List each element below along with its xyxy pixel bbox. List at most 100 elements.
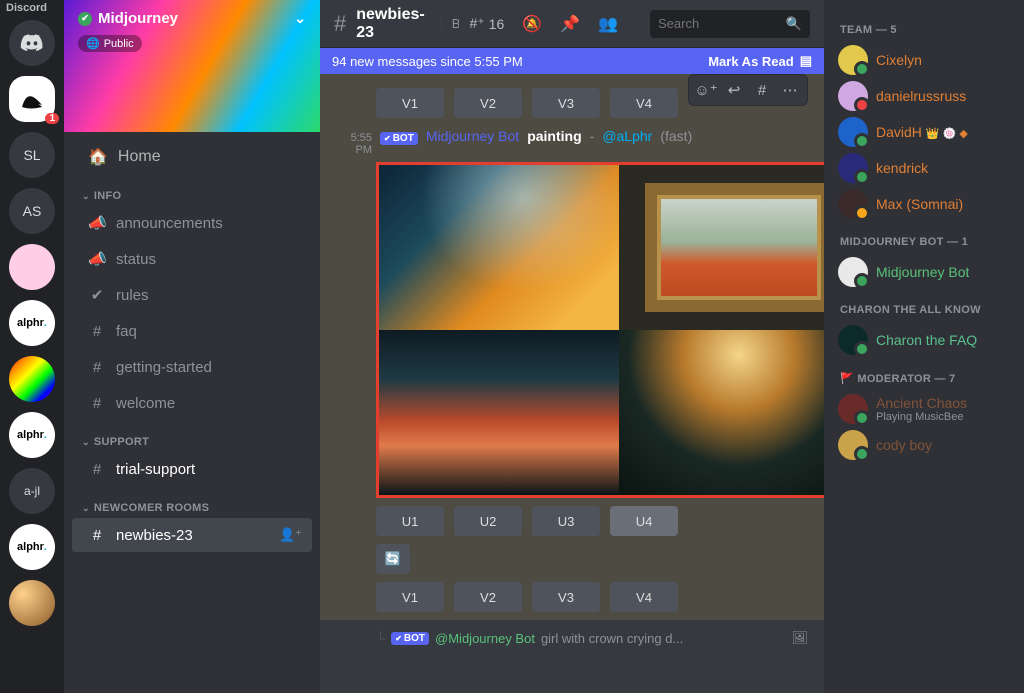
hash-icon: # (88, 359, 106, 376)
window-title: Discord (0, 0, 53, 16)
v1-button-top[interactable]: V1 (376, 88, 444, 118)
server-discord-home[interactable] (9, 20, 55, 66)
channel-getting-started[interactable]: #getting-started (72, 350, 312, 384)
reroll-button[interactable]: 🔄 (376, 544, 410, 574)
channel-faq[interactable]: #faq (72, 314, 312, 348)
mark-icon: ▤ (800, 53, 812, 69)
main-area: # newbies-23 Bot room for new u... #⁺16 … (320, 0, 824, 693)
member-ancient-chaos[interactable]: Ancient ChaosPlaying MusicBee (832, 391, 1016, 427)
channel-newbies-23[interactable]: # newbies-23 👤⁺ (72, 518, 312, 552)
image-cell-1 (379, 165, 619, 330)
channel-rules[interactable]: ✔rules (72, 278, 312, 312)
server-badge: 1 (45, 113, 59, 124)
v1-button[interactable]: V1 (376, 582, 444, 612)
member-danielrussruss[interactable]: danielrussruss (832, 78, 1016, 114)
threads-button[interactable]: #⁺16 (469, 15, 504, 32)
image-cell-3 (379, 330, 619, 495)
chevron-down-icon[interactable]: ⌄ (294, 10, 306, 27)
add-reaction-icon[interactable]: ☺⁺ (693, 78, 719, 102)
member-kendrick[interactable]: kendrick (832, 150, 1016, 186)
image-cell-2 (619, 165, 824, 330)
member-charon[interactable]: Charon the FAQ (832, 322, 1016, 358)
u3-button[interactable]: U3 (532, 506, 600, 536)
new-messages-bar[interactable]: 94 new messages since 5:55 PM Mark As Re… (320, 48, 824, 74)
section-info[interactable]: ⌄INFO (64, 176, 320, 206)
home-icon: 🏠 (88, 147, 108, 167)
section-mjbot: MIDJOURNEY BOT — 1 (832, 222, 1016, 254)
v2-button[interactable]: V2 (454, 582, 522, 612)
server-alphr-1[interactable]: alphr. (9, 300, 55, 346)
add-person-icon[interactable]: 👤⁺ (279, 527, 302, 543)
reply-image-icon: 🖼 (791, 630, 808, 646)
reply-preview[interactable]: └ BOT @Midjourney Bot girl with crown cr… (376, 630, 808, 646)
mod-flag-icon: 🚩 (840, 373, 854, 385)
reply-text: girl with crown crying d... (541, 631, 683, 646)
server-midjourney[interactable]: 1 (9, 76, 55, 122)
channel-trial-support[interactable]: #trial-support (72, 452, 312, 486)
server-header[interactable]: ✔ Midjourney ⌄ 🌐 Public (64, 0, 320, 132)
hash-icon: # (88, 395, 106, 412)
server-as[interactable]: AS (9, 188, 55, 234)
reply-icon[interactable]: ↩ (721, 78, 747, 102)
search-box[interactable]: 🔍 (650, 10, 810, 38)
channel-topic[interactable]: Bot room for new u... (441, 16, 460, 31)
v3-button[interactable]: V3 (532, 582, 600, 612)
u1-button[interactable]: U1 (376, 506, 444, 536)
server-sl[interactable]: SL (9, 132, 55, 178)
section-support[interactable]: ⌄SUPPORT (64, 422, 320, 452)
member-list-icon[interactable]: 👥 (598, 14, 618, 34)
megaphone-icon: 📣 (88, 214, 106, 232)
message-mode: (fast) (660, 128, 692, 144)
search-input[interactable] (658, 16, 786, 31)
v2-button-top[interactable]: V2 (454, 88, 522, 118)
member-cody-boy[interactable]: cody boy (832, 427, 1016, 463)
message-mention[interactable]: @aLphr (602, 128, 652, 144)
member-list: TEAM — 5 Cixelyn danielrussruss DavidH👑 … (824, 0, 1024, 693)
notifications-muted-icon[interactable]: 🔕 (522, 14, 542, 34)
check-icon: ✔ (88, 286, 106, 304)
generated-image-grid[interactable] (376, 162, 824, 498)
message-header: 5:55 PM BOT Midjourney Bot painting - @a… (376, 128, 808, 156)
reply-author[interactable]: @Midjourney Bot (435, 631, 535, 646)
message-author[interactable]: Midjourney Bot (426, 128, 519, 144)
pinned-icon[interactable]: 📌 (560, 14, 580, 34)
member-cixelyn[interactable]: Cixelyn (832, 42, 1016, 78)
channel-header: # newbies-23 Bot room for new u... #⁺16 … (320, 0, 824, 48)
hash-icon: # (88, 527, 106, 544)
threads-icon: #⁺ (469, 15, 484, 32)
channel-announcements[interactable]: 📣announcements (72, 206, 312, 240)
u2-button[interactable]: U2 (454, 506, 522, 536)
search-icon: 🔍 (786, 16, 802, 32)
verified-icon: ✔ (78, 12, 92, 26)
thread-icon[interactable]: # (749, 78, 775, 102)
server-photo[interactable] (9, 580, 55, 626)
message-timestamp: 5:55 PM (332, 132, 372, 156)
server-pink[interactable] (9, 244, 55, 290)
v3-button-top[interactable]: V3 (532, 88, 600, 118)
server-rainbow[interactable] (9, 356, 55, 402)
u4-button[interactable]: U4 (610, 506, 678, 536)
server-ajl[interactable]: a-jl (9, 468, 55, 514)
bot-tag: BOT (380, 132, 418, 145)
member-max[interactable]: Max (Somnai) (832, 186, 1016, 222)
server-name: Midjourney (98, 10, 178, 27)
member-midjourney-bot[interactable]: Midjourney Bot (832, 254, 1016, 290)
message-list: V1 V2 V3 V4 ☺⁺ ↩ # ⋯ 5:55 PM BOT Midjour… (320, 74, 824, 693)
section-team: TEAM — 5 (832, 10, 1016, 42)
v4-button-top[interactable]: V4 (610, 88, 678, 118)
channel-welcome[interactable]: #welcome (72, 386, 312, 420)
server-alphr-3[interactable]: alphr. (9, 524, 55, 570)
section-newcomer[interactable]: ⌄NEWCOMER ROOMS (64, 488, 320, 518)
megaphone-icon: 📣 (88, 250, 106, 268)
v4-button[interactable]: V4 (610, 582, 678, 612)
home-item[interactable]: 🏠 Home (72, 140, 312, 174)
more-icon[interactable]: ⋯ (777, 78, 803, 102)
globe-icon: 🌐 (86, 37, 100, 50)
channel-sidebar: ✔ Midjourney ⌄ 🌐 Public 🏠 Home ⌄INFO 📣an… (64, 0, 320, 693)
server-alphr-2[interactable]: alphr. (9, 412, 55, 458)
channel-status[interactable]: 📣status (72, 242, 312, 276)
mark-as-read-button[interactable]: Mark As Read ▤ (708, 53, 812, 69)
message-prompt: painting (527, 128, 581, 144)
member-davidh[interactable]: DavidH👑 🍥 ◆ (832, 114, 1016, 150)
section-moderator: 🚩 MODERATOR — 7 (832, 358, 1016, 391)
